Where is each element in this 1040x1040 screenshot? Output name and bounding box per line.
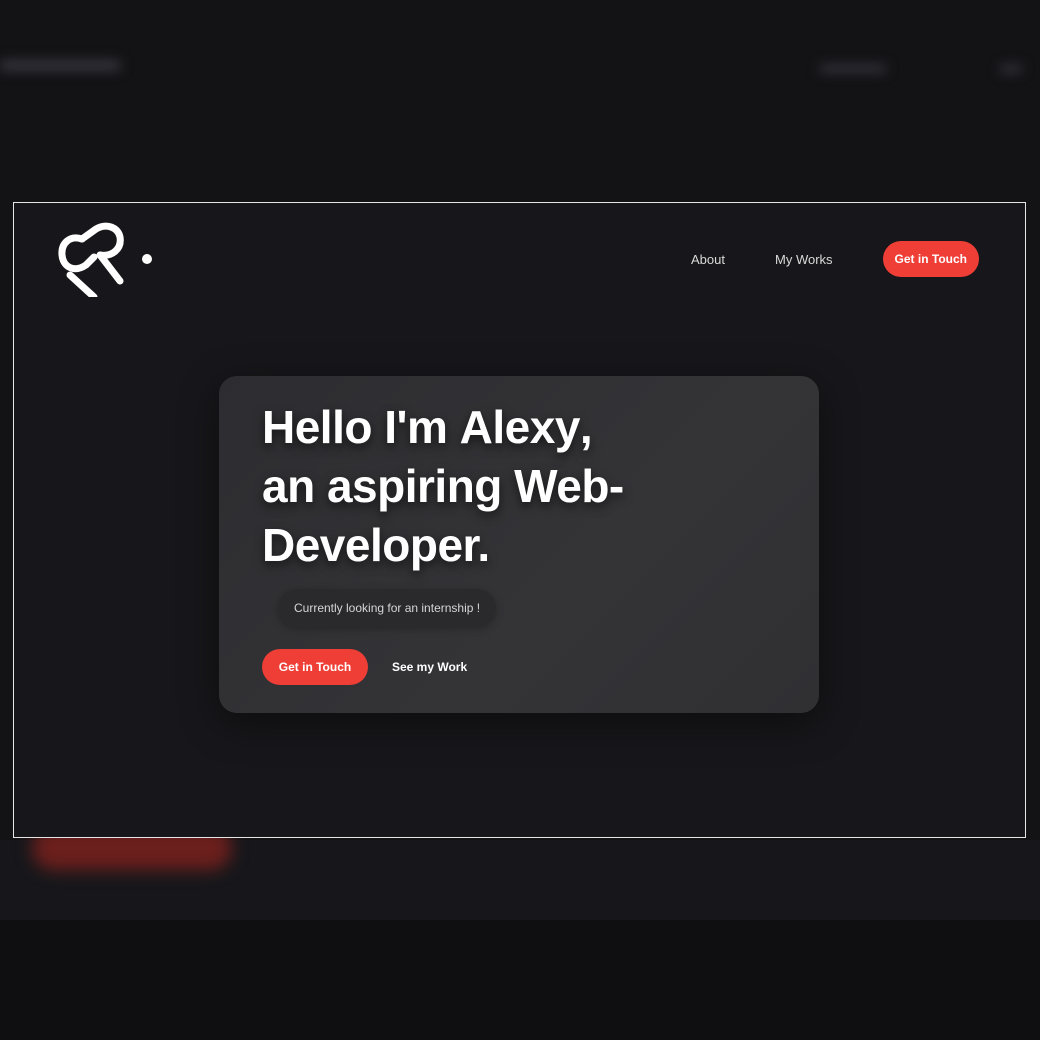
- hero-headline: Hello I'm Alexy, an aspiring Web- Develo…: [262, 398, 624, 575]
- headline-name-text: Alexy: [459, 401, 581, 453]
- headline-prefix: Hello I'm: [262, 401, 460, 453]
- top-nav: About My Works Get in Touch: [691, 241, 979, 277]
- internship-status-tag: Currently looking for an internship !: [278, 589, 497, 627]
- nav-get-in-touch-button[interactable]: Get in Touch: [882, 241, 979, 277]
- headline-name: Alexy: [453, 398, 586, 457]
- backdrop-blur-shape: ▬▬▬: [820, 52, 886, 77]
- hero-get-in-touch-button[interactable]: Get in Touch: [262, 649, 368, 685]
- headline-comma: ,: [579, 401, 593, 453]
- nav-about-link[interactable]: About: [691, 252, 725, 267]
- cr-monogram-logo-icon[interactable]: [56, 221, 156, 297]
- backdrop-blur-shape: ▬: [1000, 52, 1022, 77]
- nav-my-works-link[interactable]: My Works: [775, 252, 833, 267]
- hero-card: Hello I'm Alexy, an aspiring Web- Develo…: [219, 376, 819, 713]
- headline-line-2: an aspiring Web-: [262, 460, 624, 512]
- see-my-work-link[interactable]: See my Work: [392, 649, 467, 685]
- backdrop-blur-shape: ▬▬▬▬: [0, 44, 120, 77]
- page-screenshot: About My Works Get in Touch Hello I'm Al…: [13, 202, 1026, 838]
- backdrop-footer: [0, 920, 1040, 1040]
- headline-line-3: Developer.: [262, 519, 490, 571]
